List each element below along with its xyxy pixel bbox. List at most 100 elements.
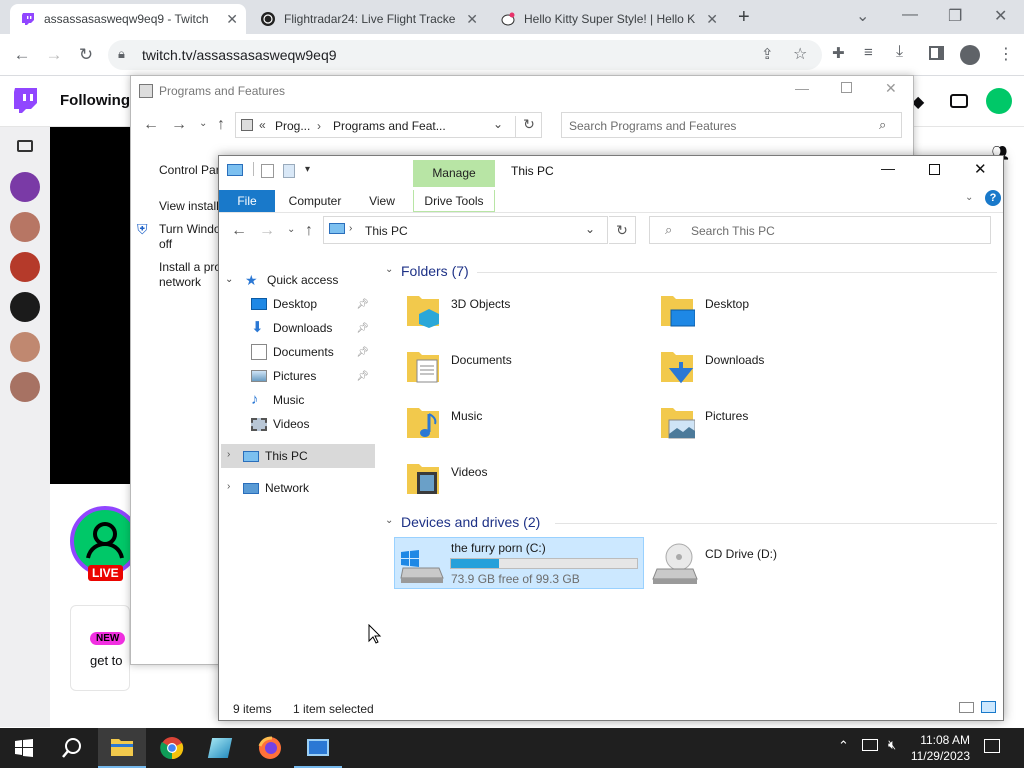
turn-windows-features-link-line2[interactable]: off xyxy=(159,237,172,251)
recent-locations-icon[interactable]: ⌄ xyxy=(287,224,295,235)
twitch-logo-icon[interactable] xyxy=(12,88,38,119)
close-tab-icon[interactable]: ✕ xyxy=(466,11,478,28)
nav-item-videos[interactable]: Videos xyxy=(251,412,375,436)
chevron-down-icon[interactable]: ⌄ xyxy=(385,515,393,526)
restore-icon[interactable]: ❐ xyxy=(948,6,962,26)
properties-icon[interactable] xyxy=(261,164,274,178)
chevron-down-icon[interactable]: ⌄ xyxy=(585,222,595,236)
chevron-right-icon[interactable]: › xyxy=(227,449,230,460)
nav-item-this-pc[interactable]: This PC xyxy=(243,444,375,468)
taskbar-app[interactable] xyxy=(196,728,244,768)
close-tab-icon[interactable]: ✕ xyxy=(226,11,238,28)
media-icon[interactable]: ≡ xyxy=(864,44,873,61)
maximize-icon[interactable] xyxy=(841,82,852,93)
pin-icon[interactable]: 📌︎ xyxy=(356,347,369,358)
up-icon[interactable]: ↑ xyxy=(305,222,313,240)
chevron-up-icon[interactable]: ⌃ xyxy=(838,738,849,754)
share-icon[interactable]: ⇪ xyxy=(761,45,774,63)
large-icons-view-icon[interactable] xyxy=(981,701,996,713)
folder-label[interactable]: Documents xyxy=(451,353,512,367)
cd-drive-icon[interactable] xyxy=(651,543,699,590)
tab-search-icon[interactable]: ⌄ xyxy=(856,6,869,26)
nav-item-downloads[interactable]: ⬇ Downloads 📌︎ xyxy=(251,316,375,340)
folder-pictures[interactable] xyxy=(659,404,696,443)
drive-d-name[interactable]: CD Drive (D:) xyxy=(705,547,777,561)
forward-icon[interactable]: → xyxy=(259,222,275,240)
refresh-icon[interactable]: ↻ xyxy=(609,216,636,244)
chevron-down-icon[interactable]: ⌄ xyxy=(225,274,233,285)
chevron-right-icon[interactable]: › xyxy=(227,481,230,492)
back-icon[interactable]: ← xyxy=(143,116,159,134)
folder-music[interactable] xyxy=(405,404,441,443)
chevron-down-icon[interactable]: ⌄ xyxy=(493,117,503,131)
refresh-icon[interactable]: ↻ xyxy=(515,116,542,138)
volume-muted-icon[interactable]: 🔇︎ xyxy=(888,737,896,753)
devices-header[interactable]: Devices and drives (2) xyxy=(401,514,540,530)
close-icon[interactable]: ✕ xyxy=(885,80,897,97)
folders-header[interactable]: Folders (7) xyxy=(401,263,469,279)
profile-icon[interactable] xyxy=(960,45,980,65)
taskbar-control-panel[interactable] xyxy=(294,728,342,768)
view-tab[interactable]: View xyxy=(357,190,407,212)
folder-label[interactable]: Videos xyxy=(451,465,487,479)
nav-item-documents[interactable]: Documents 📌︎ xyxy=(251,340,375,364)
install-from-network-link[interactable]: Install a pro xyxy=(159,260,221,274)
recent-locations-icon[interactable]: ⌄ xyxy=(199,118,207,129)
avatar[interactable] xyxy=(10,172,40,202)
bits-icon[interactable] xyxy=(950,94,968,108)
help-icon[interactable]: ? xyxy=(985,190,1001,206)
minimize-icon[interactable]: — xyxy=(795,80,809,96)
nav-item-desktop[interactable]: Desktop 📌︎ xyxy=(251,292,375,316)
computer-tab[interactable]: Computer xyxy=(279,190,351,212)
pin-icon[interactable]: 📌︎ xyxy=(356,371,369,382)
forward-icon[interactable]: → xyxy=(41,42,67,68)
folder-label[interactable]: Music xyxy=(451,409,482,423)
back-icon[interactable]: ← xyxy=(9,42,35,68)
minimize-icon[interactable]: — xyxy=(902,6,918,24)
clock-time[interactable]: 11:08 AM xyxy=(912,733,970,747)
new-tab-icon[interactable]: + xyxy=(738,6,750,29)
forward-icon[interactable]: → xyxy=(171,116,187,134)
manage-label[interactable]: Manage xyxy=(413,166,495,180)
folder-documents[interactable] xyxy=(405,348,441,387)
video-player[interactable] xyxy=(50,127,130,484)
new-folder-icon[interactable] xyxy=(283,164,295,178)
drive-c-name[interactable]: the furry porn (C:) xyxy=(451,541,546,555)
folder-3d-objects[interactable] xyxy=(405,292,441,331)
url-text[interactable]: twitch.tv/assassasasweqw9eq9 xyxy=(142,47,337,63)
folder-label[interactable]: Desktop xyxy=(705,297,749,311)
folder-label[interactable]: Pictures xyxy=(705,409,748,423)
file-tab[interactable]: File xyxy=(219,190,275,212)
expand-ribbon-icon[interactable]: ⌄ xyxy=(965,192,973,203)
control-panel-home-link[interactable]: Control Par xyxy=(159,163,220,177)
folder-videos[interactable] xyxy=(405,460,441,499)
extensions-icon[interactable]: ✚ xyxy=(832,44,845,62)
minimize-icon[interactable]: — xyxy=(881,160,895,176)
avatar[interactable] xyxy=(10,332,40,362)
maximize-icon[interactable] xyxy=(929,164,940,175)
breadcrumb-current[interactable]: Programs and Feat... xyxy=(333,119,446,133)
search-button[interactable] xyxy=(48,728,96,768)
address-text[interactable]: This PC xyxy=(365,224,408,238)
reload-icon[interactable]: ↻ xyxy=(73,42,99,68)
details-view-icon[interactable] xyxy=(959,702,974,713)
breadcrumb-programs[interactable]: Prog... xyxy=(275,119,310,133)
nav-item-pictures[interactable]: Pictures 📌︎ xyxy=(251,364,375,388)
avatar[interactable] xyxy=(10,212,40,242)
tab-flightradar[interactable]: Flightradar24: Live Flight Tracker ✕ xyxy=(250,4,486,34)
side-panel-icon[interactable] xyxy=(929,46,944,60)
start-button[interactable] xyxy=(0,728,48,768)
folder-desktop[interactable] xyxy=(659,292,696,331)
collapse-sidebar-icon[interactable] xyxy=(17,140,33,152)
install-from-network-link-line2[interactable]: network xyxy=(159,275,201,289)
clock-date[interactable]: 11/29/2023 xyxy=(904,749,970,763)
nav-item-network[interactable]: Network xyxy=(243,476,375,500)
view-installed-updates-link[interactable]: View install xyxy=(159,199,219,213)
taskbar-chrome[interactable] xyxy=(148,728,196,768)
bookmark-star-icon[interactable]: ☆ xyxy=(793,44,807,64)
turn-windows-features-link[interactable]: Turn Windo xyxy=(159,222,221,236)
lock-icon[interactable]: 🔒︎ xyxy=(118,46,125,62)
close-window-icon[interactable]: ✕ xyxy=(994,6,1007,26)
quick-access-toolbar-dropdown-icon[interactable]: ▾ xyxy=(305,164,310,175)
taskbar-firefox[interactable] xyxy=(246,728,294,768)
